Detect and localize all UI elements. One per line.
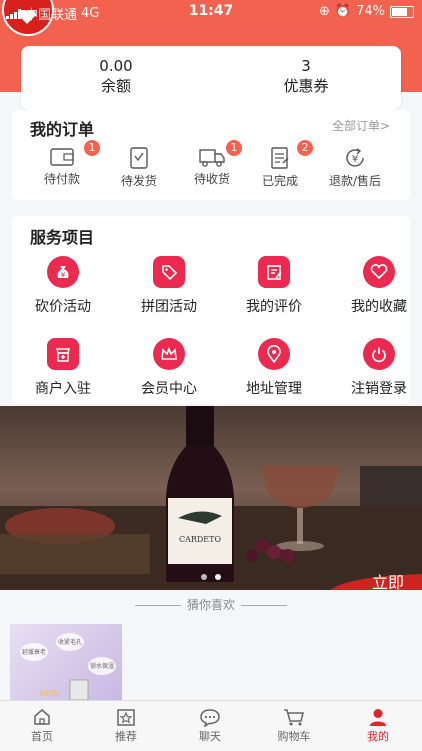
service-label: 我的评价 xyxy=(246,299,302,315)
lock-rotation-icon: ⊕ xyxy=(319,4,330,19)
service-address-management[interactable]: 地址管理 xyxy=(229,338,319,398)
service-label: 砍价活动 xyxy=(35,299,91,315)
edit-note-icon xyxy=(258,256,290,288)
coupon-label: 优惠券 xyxy=(283,77,329,95)
user-icon xyxy=(370,709,386,726)
order-badge: 1 xyxy=(226,140,242,156)
product-tag: 锁水保湿 xyxy=(90,662,114,670)
location-pin-icon xyxy=(258,338,290,370)
wine-banner-image: CARDETO 立即 xyxy=(0,406,422,590)
home-icon xyxy=(34,709,50,725)
money-bag-icon: ¥ xyxy=(47,256,79,288)
tab-label: 购物车 xyxy=(277,730,311,743)
tab-home[interactable]: 首页 xyxy=(0,707,84,744)
coupon-value: 3 xyxy=(301,57,311,75)
service-label: 拼团活动 xyxy=(141,299,197,315)
order-label: 退款/售后 xyxy=(328,174,382,188)
balance-section[interactable]: 0.00 余额 xyxy=(21,56,211,96)
truck-icon xyxy=(199,149,225,167)
product-tag: 延缓衰老 xyxy=(22,648,46,656)
order-label: 待发货 xyxy=(120,174,157,188)
bottle-label: CARDETO xyxy=(179,535,222,544)
banner-corner-text: 立即 xyxy=(372,573,404,590)
tab-chat[interactable]: 聊天 xyxy=(168,707,252,744)
power-icon xyxy=(363,338,395,370)
tab-cart[interactable]: 购物车 xyxy=(252,707,336,744)
crown-icon xyxy=(153,338,185,370)
tab-recommend[interactable]: 推荐 xyxy=(84,707,168,744)
alarm-icon: ⏰ xyxy=(334,4,352,19)
promo-banner[interactable]: CARDETO 立即 xyxy=(0,406,422,590)
services-title: 服务项目 xyxy=(30,228,95,247)
tab-mine[interactable]: 我的 xyxy=(336,707,420,744)
coupon-section[interactable]: 3 优惠券 xyxy=(211,56,401,96)
store-add-icon xyxy=(47,338,79,370)
battery-icon xyxy=(390,5,414,18)
tab-label: 推荐 xyxy=(115,730,137,743)
service-label: 商户入驻 xyxy=(35,381,91,397)
star-icon xyxy=(117,709,135,726)
tag-icon xyxy=(153,256,185,288)
heart-icon xyxy=(363,256,395,288)
service-logout[interactable]: 注销登录 xyxy=(334,338,422,398)
carousel-dot-active[interactable] xyxy=(215,574,221,580)
order-refund[interactable]: ¥ 退款/售后 xyxy=(322,146,388,189)
service-merchant-join[interactable]: 商户入驻 xyxy=(18,338,108,398)
cart-icon xyxy=(284,709,304,726)
service-label: 注销登录 xyxy=(351,381,407,397)
service-bargain[interactable]: ¥ 砍价活动 xyxy=(18,256,108,316)
product-card[interactable]: 延缓衰老 收紧毛孔 锁水保湿 NEW xyxy=(10,624,122,700)
bottom-tab-bar: 首页 推荐 聊天 购物车 我的 xyxy=(0,700,422,751)
order-label: 待收货 xyxy=(193,172,230,186)
balance-value: 0.00 xyxy=(99,57,133,75)
guess-you-like-header: 猜你喜欢 xyxy=(0,596,422,613)
svg-text:¥: ¥ xyxy=(61,271,66,279)
guess-title: 猜你喜欢 xyxy=(186,598,235,612)
tab-label: 聊天 xyxy=(199,730,221,743)
order-to-ship[interactable]: 待发货 xyxy=(96,146,182,189)
tab-label: 首页 xyxy=(31,730,53,743)
status-bar: 中国联通 4G 11:47 ⊕ ⏰ 74% xyxy=(0,0,422,24)
product-tag: NEW xyxy=(40,689,59,698)
service-group-buy[interactable]: 拼团活动 xyxy=(124,256,214,316)
all-orders-link[interactable]: 全部订单> xyxy=(332,117,390,134)
package-icon xyxy=(130,147,148,169)
orders-title: 我的订单 xyxy=(30,120,95,139)
svg-text:¥: ¥ xyxy=(352,154,358,165)
product-tag: 收紧毛孔 xyxy=(58,638,82,646)
order-badge: 2 xyxy=(297,140,313,156)
carousel-dot[interactable] xyxy=(201,574,207,580)
service-label: 会员中心 xyxy=(141,381,197,397)
service-my-favorites[interactable]: 我的收藏 xyxy=(334,256,422,316)
chat-icon xyxy=(200,709,220,727)
battery-percent: 74% xyxy=(356,4,385,19)
service-label: 我的收藏 xyxy=(351,299,407,315)
service-member-center[interactable]: 会员中心 xyxy=(124,338,214,398)
order-label: 待付款 xyxy=(43,172,80,186)
product-image: 延缓衰老 收紧毛孔 锁水保湿 NEW xyxy=(20,633,116,700)
service-label: 地址管理 xyxy=(246,381,302,397)
document-check-icon xyxy=(271,147,289,169)
order-label: 已完成 xyxy=(261,174,298,188)
wallet-icon xyxy=(50,148,74,166)
balance-label: 余额 xyxy=(100,77,131,95)
refund-icon: ¥ xyxy=(346,148,364,167)
tab-label: 我的 xyxy=(367,730,389,743)
service-my-reviews[interactable]: 我的评价 xyxy=(229,256,319,316)
balance-card: 0.00 余额 3 优惠券 xyxy=(21,46,401,110)
